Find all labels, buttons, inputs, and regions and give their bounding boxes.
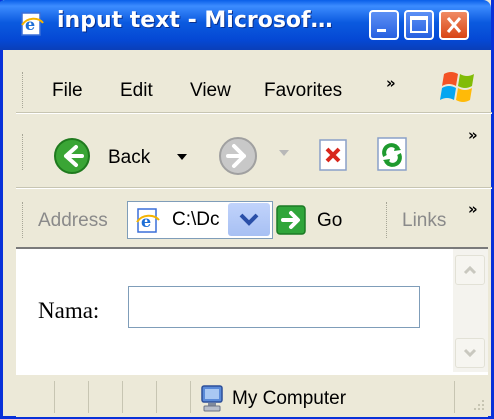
address-label: Address xyxy=(38,210,108,231)
menubar-overflow-chevron[interactable]: » xyxy=(386,74,396,92)
go-label: Go xyxy=(317,210,343,231)
menu-file[interactable]: File xyxy=(52,80,83,102)
my-computer-icon xyxy=(201,385,223,412)
toolbar-grip[interactable] xyxy=(22,134,26,170)
status-pane-divider xyxy=(190,381,191,413)
go-arrow-icon xyxy=(276,205,306,235)
addressbar-grip[interactable] xyxy=(22,202,26,238)
menu-favorites[interactable]: Favorites xyxy=(264,80,342,102)
scroll-up-button[interactable] xyxy=(455,255,485,285)
nama-label: Nama: xyxy=(38,298,100,323)
maximize-icon xyxy=(410,16,428,33)
toolbar-overflow-chevron[interactable]: » xyxy=(468,126,478,144)
chevron-up-icon xyxy=(463,265,477,275)
maximize-button[interactable] xyxy=(404,10,434,40)
status-pane-divider xyxy=(156,381,157,413)
back-button[interactable]: Back xyxy=(50,134,200,178)
close-icon xyxy=(446,17,462,33)
menu-edit[interactable]: Edit xyxy=(120,80,153,102)
status-pane-divider xyxy=(88,381,89,413)
status-pane-divider xyxy=(122,381,123,413)
back-arrow-icon xyxy=(54,138,90,174)
ie-page-icon: e xyxy=(21,12,44,36)
minimize-icon xyxy=(377,29,386,32)
links-overflow-chevron[interactable]: » xyxy=(468,200,478,218)
forward-dropdown-arrow-icon[interactable] xyxy=(278,148,290,158)
chevron-down-icon xyxy=(463,348,477,358)
toolbar-separator-highlight xyxy=(16,188,492,189)
forward-arrow-icon[interactable] xyxy=(216,134,260,178)
title-bar[interactable]: e input text - Microsof… xyxy=(0,0,491,50)
status-pane-divider xyxy=(454,381,455,413)
status-zone-text: My Computer xyxy=(232,388,347,409)
back-label: Back xyxy=(108,147,151,168)
menubar-separator-highlight xyxy=(16,113,492,114)
resize-grip-icon[interactable] xyxy=(470,398,486,414)
nama-text-input[interactable] xyxy=(128,286,420,328)
scroll-down-button[interactable] xyxy=(455,338,485,368)
address-value: C:\Dc xyxy=(172,209,220,230)
links-label[interactable]: Links xyxy=(402,210,446,232)
window-title: input text - Microsof… xyxy=(57,8,333,33)
menu-view[interactable]: View xyxy=(190,80,231,102)
minimize-button[interactable] xyxy=(369,10,399,40)
links-grip[interactable] xyxy=(386,202,390,238)
status-pane-divider xyxy=(54,381,55,413)
close-button[interactable] xyxy=(439,10,469,40)
ie-page-icon: e xyxy=(136,208,160,233)
go-button[interactable]: Go xyxy=(275,202,355,238)
stop-icon[interactable] xyxy=(316,138,352,174)
back-dropdown-arrow-icon[interactable] xyxy=(176,152,188,162)
refresh-icon[interactable] xyxy=(374,136,412,174)
vertical-scrollbar[interactable] xyxy=(453,249,488,372)
menubar-grip[interactable] xyxy=(22,72,26,108)
windows-logo-icon xyxy=(440,72,474,102)
address-dropdown-button[interactable] xyxy=(228,203,270,236)
chevron-down-icon xyxy=(239,213,259,226)
